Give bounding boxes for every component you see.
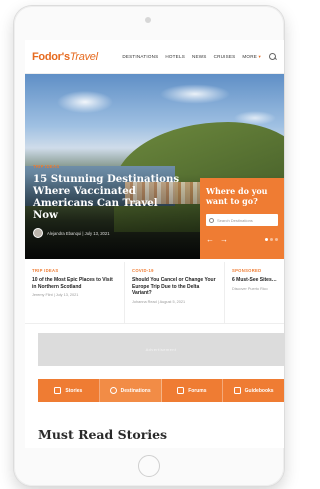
- story-card[interactable]: SPONSORED 6 Must-See Sites… Discover Pue…: [225, 262, 284, 323]
- card-title[interactable]: 6 Must-See Sites…: [232, 277, 277, 284]
- home-button[interactable]: [138, 455, 160, 477]
- site-logo[interactable]: Fodor'sTravel: [32, 51, 98, 63]
- search-box-title: Where do you want to go?: [206, 186, 268, 206]
- card-title[interactable]: Should You Cancel or Change Your Europe …: [132, 277, 217, 297]
- tab-forums[interactable]: Forums: [162, 379, 224, 402]
- tab-stories[interactable]: Stories: [38, 379, 100, 402]
- top-nav: Fodor'sTravel DESTINATIONS HOTELS NEWS C…: [25, 40, 284, 74]
- nav-links: DESTINATIONS HOTELS NEWS CRUISES MORE ▾: [122, 54, 261, 60]
- chevron-down-icon: ▾: [258, 53, 261, 59]
- card-tag: COVID-19: [132, 268, 154, 273]
- pencil-icon: [54, 387, 62, 394]
- arrow-left-icon[interactable]: ←: [206, 235, 214, 244]
- ad-label: Advertisement: [145, 347, 177, 352]
- carousel-dot[interactable]: [275, 238, 278, 241]
- story-cards: TRIP IDEAS 10 of the Most Epic Places to…: [25, 262, 284, 324]
- screen: Fodor'sTravel DESTINATIONS HOTELS NEWS C…: [25, 40, 284, 448]
- card-title[interactable]: 10 of the Most Epic Places to Visit in N…: [32, 277, 117, 290]
- story-card[interactable]: TRIP IDEAS 10 of the Most Epic Places to…: [25, 262, 125, 323]
- section-title: Must Read Stories: [38, 427, 168, 442]
- story-card[interactable]: COVID-19 Should You Cancel or Change You…: [125, 262, 225, 323]
- author-avatar: [33, 228, 43, 238]
- tab-destinations[interactable]: Destinations: [99, 379, 162, 402]
- carousel-dot[interactable]: [265, 238, 268, 241]
- nav-item-destinations[interactable]: DESTINATIONS: [122, 54, 158, 59]
- search-placeholder: Search Destinations: [217, 217, 253, 223]
- arrow-right-icon[interactable]: →: [220, 235, 228, 244]
- card-meta: Jeremy Flint | July 13, 2021: [32, 293, 79, 297]
- book-icon: [233, 387, 241, 394]
- card-meta: Discover Puerto Rico: [232, 286, 268, 291]
- hero-tag[interactable]: TRIP IDEAS: [33, 164, 59, 169]
- search-icon: [209, 217, 214, 223]
- hero-headline[interactable]: 15 Stunning Destinations Where Vaccinate…: [33, 173, 183, 221]
- card-tag: TRIP IDEAS: [32, 268, 59, 273]
- card-meta: Johanna Read | August 5, 2021: [132, 299, 186, 304]
- camera-dot: [145, 17, 151, 23]
- search-icon[interactable]: [269, 52, 277, 61]
- nav-item-hotels[interactable]: HOTELS: [165, 54, 185, 59]
- destination-search-box: Where do you want to go? Search Destinat…: [200, 178, 284, 259]
- compass-icon: [109, 387, 117, 394]
- carousel-dots: [265, 238, 278, 241]
- nav-item-more[interactable]: MORE ▾: [242, 54, 261, 60]
- ad-banner[interactable]: Advertisement: [38, 333, 284, 366]
- byline-text: Alejandra Ebanqui | July 13, 2021: [47, 230, 110, 236]
- chat-icon: [177, 387, 185, 394]
- tab-guidebooks[interactable]: Guidebooks: [223, 379, 284, 402]
- card-tag: SPONSORED: [232, 268, 262, 273]
- nav-item-cruises[interactable]: CRUISES: [214, 54, 236, 59]
- destination-search-input[interactable]: Search Destinations: [206, 214, 278, 226]
- nav-item-news[interactable]: NEWS: [192, 54, 207, 59]
- hero-byline: Alejandra Ebanqui | July 13, 2021: [33, 228, 110, 238]
- carousel-dot[interactable]: [270, 238, 273, 241]
- carousel-controls: ← →: [206, 235, 278, 244]
- section-tabbar: Stories Destinations Forums Guidebooks: [38, 379, 284, 402]
